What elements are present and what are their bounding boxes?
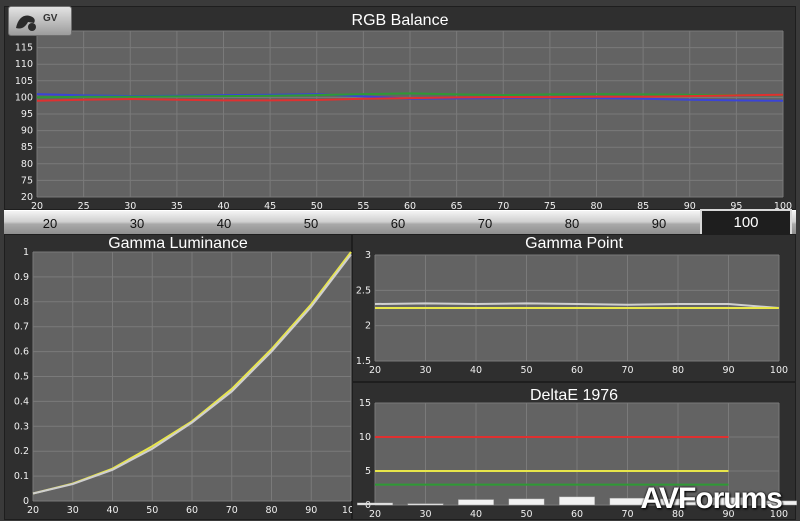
gl-xtick: 70: [226, 505, 238, 516]
gl-ytick: 0.2: [14, 446, 29, 457]
gl-xtick: 30: [67, 505, 79, 516]
rgb-ytick: 90: [21, 126, 33, 137]
rgb-ytick: 80: [21, 159, 33, 170]
rgb-ytick: 100: [15, 92, 33, 103]
gl-ytick: 0.7: [14, 322, 29, 333]
de-xtick: 30: [419, 509, 431, 520]
gl-xtick: 60: [186, 505, 198, 516]
avforums-watermark: AVForums: [640, 482, 783, 515]
de-xtick: 40: [470, 509, 482, 520]
rgb-ytick: 20: [21, 192, 33, 203]
gp-xtick: 50: [520, 365, 532, 376]
de-ytick: 5: [365, 466, 371, 477]
de-ytick: 0: [365, 500, 371, 511]
stimulus-level-bar: 20 30 40 50 60 70 80 90: [4, 210, 796, 236]
rgb-ytick: 95: [21, 109, 33, 120]
de-bar: [357, 502, 393, 506]
gl-xtick: 90: [305, 505, 317, 516]
de-xtick: 50: [520, 509, 532, 520]
gl-ytick: 0.1: [14, 471, 29, 482]
gamma-luminance-chart: 20 30 40 50 60 70 80 90 10000.10.20.30.40.50.60.…: [14, 247, 360, 516]
stimulus-level-60[interactable]: 60: [368, 216, 428, 231]
de-ytick: 15: [359, 398, 371, 409]
gp-ytick: 2.5: [356, 285, 371, 296]
gl-ytick: 0.8: [14, 297, 29, 308]
de-bar: [458, 499, 494, 506]
stimulus-level-30[interactable]: 30: [107, 216, 167, 231]
stimulus-level-50[interactable]: 50: [281, 216, 341, 231]
gp-ytick: 3: [365, 250, 371, 261]
gp-xtick: 60: [571, 365, 583, 376]
gp-xtick: 90: [722, 365, 734, 376]
rgb-ytick: 75: [21, 175, 33, 186]
rgb-ytick: 115: [15, 43, 33, 54]
stimulus-level-40[interactable]: 40: [194, 216, 254, 231]
gp-xtick: 40: [470, 365, 482, 376]
gp-xtick: 80: [672, 365, 684, 376]
logo-text: GV: [43, 13, 58, 24]
gl-ytick: 0.5: [14, 372, 29, 383]
gl-ytick: 0.4: [14, 396, 29, 407]
gp-ytick: 2: [365, 321, 371, 332]
gamma-point-panel: Gamma Point 20 30 40 50 60 70 80 90 100 1.5 2 2.5 3: [352, 234, 796, 382]
de-bar: [559, 496, 595, 506]
app-logo: GV: [8, 6, 72, 36]
gamma-point-chart: 20 30 40 50 60 70 80 90 1001.522.53: [356, 250, 788, 376]
de-xtick: 70: [621, 509, 633, 520]
rgb-ytick: 85: [21, 142, 33, 153]
gl-xtick: 50: [146, 505, 158, 516]
rgb-ytick: 110: [15, 59, 33, 70]
stimulus-selected-100[interactable]: 100: [700, 209, 792, 237]
de-bar: [508, 498, 545, 506]
rgb-ytick: 105: [15, 76, 33, 87]
gl-ytick: 0.9: [14, 272, 29, 283]
gp-xtick: 30: [419, 365, 431, 376]
stimulus-level-70[interactable]: 70: [455, 216, 515, 231]
gamma-luminance-panel: Gamma Luminance 20 30 40 50 60 70 80 90 100 0 0.1 0…: [4, 234, 360, 520]
gl-ytick: 0.6: [14, 347, 29, 358]
rgb-balance-panel: RGB Balance 20 25 30 35 40 45 50 55 60 65 70 75 80 85…: [4, 6, 796, 212]
stimulus-level-80[interactable]: 80: [542, 216, 602, 231]
rgb-balance-chart: 20 25 30 35 40 45 50 55 60 65 70 75 80 85 90 95 10020758…: [15, 26, 792, 212]
gp-ytick: 1.5: [356, 356, 371, 367]
gp-xtick: 70: [621, 365, 633, 376]
de-ytick: 10: [359, 432, 371, 443]
gl-ytick: 0.3: [14, 421, 29, 432]
de-bar: [407, 503, 444, 506]
stimulus-level-20[interactable]: 20: [20, 216, 80, 231]
de-xtick: 60: [571, 509, 583, 520]
gl-xtick: 80: [265, 505, 277, 516]
stimulus-level-90[interactable]: 90: [629, 216, 689, 231]
gl-ytick: 1: [23, 247, 29, 258]
gp-xtick: 100: [770, 365, 788, 376]
gl-xtick: 40: [106, 505, 118, 516]
gl-ytick: 0: [23, 496, 29, 507]
hand-icon: [16, 15, 36, 31]
